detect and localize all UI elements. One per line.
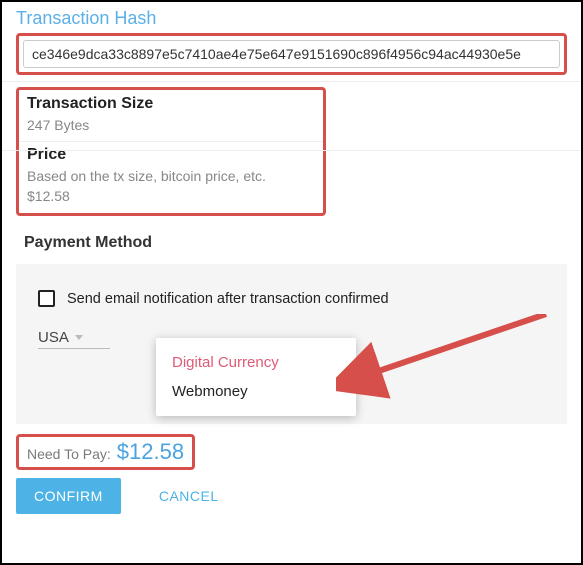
checkbox-icon[interactable] [38,290,55,307]
country-value: USA [38,329,69,346]
transaction-size-label: Transaction Size [27,95,315,113]
transaction-hash-highlight [16,33,567,75]
cancel-button[interactable]: CANCEL [159,488,219,504]
price-value: $12.58 [27,188,315,204]
dropdown-option-digital-currency[interactable]: Digital Currency [156,348,356,377]
transaction-hash-input[interactable] [23,40,560,68]
need-to-pay-value: $12.58 [117,439,184,465]
transaction-hash-label: Transaction Hash [16,8,567,29]
need-to-pay-label: Need To Pay: [27,446,111,462]
payment-option-dropdown: Digital Currency Webmoney [156,338,356,416]
action-button-row: CONFIRM CANCEL [16,478,567,514]
country-select[interactable]: USA [38,329,110,349]
transaction-size-section: Transaction Size 247 Bytes [19,91,323,142]
email-notify-label: Send email notification after transactio… [67,291,389,307]
transaction-size-value: 247 Bytes [27,117,315,133]
email-notify-row[interactable]: Send email notification after transactio… [38,290,545,307]
annotation-arrow-icon [336,314,566,404]
chevron-down-icon [75,335,83,340]
price-desc: Based on the tx size, bitcoin price, etc… [27,168,315,184]
confirm-button[interactable]: CONFIRM [16,478,121,514]
dropdown-option-webmoney[interactable]: Webmoney [156,377,356,406]
size-price-highlight: Transaction Size 247 Bytes Price Based o… [16,87,326,216]
price-section: Price Based on the tx size, bitcoin pric… [19,142,323,212]
price-label: Price [27,146,315,164]
payment-method-label: Payment Method [24,234,567,252]
payment-method-panel: Send email notification after transactio… [16,264,567,424]
need-to-pay-highlight: Need To Pay: $12.58 [16,434,195,470]
